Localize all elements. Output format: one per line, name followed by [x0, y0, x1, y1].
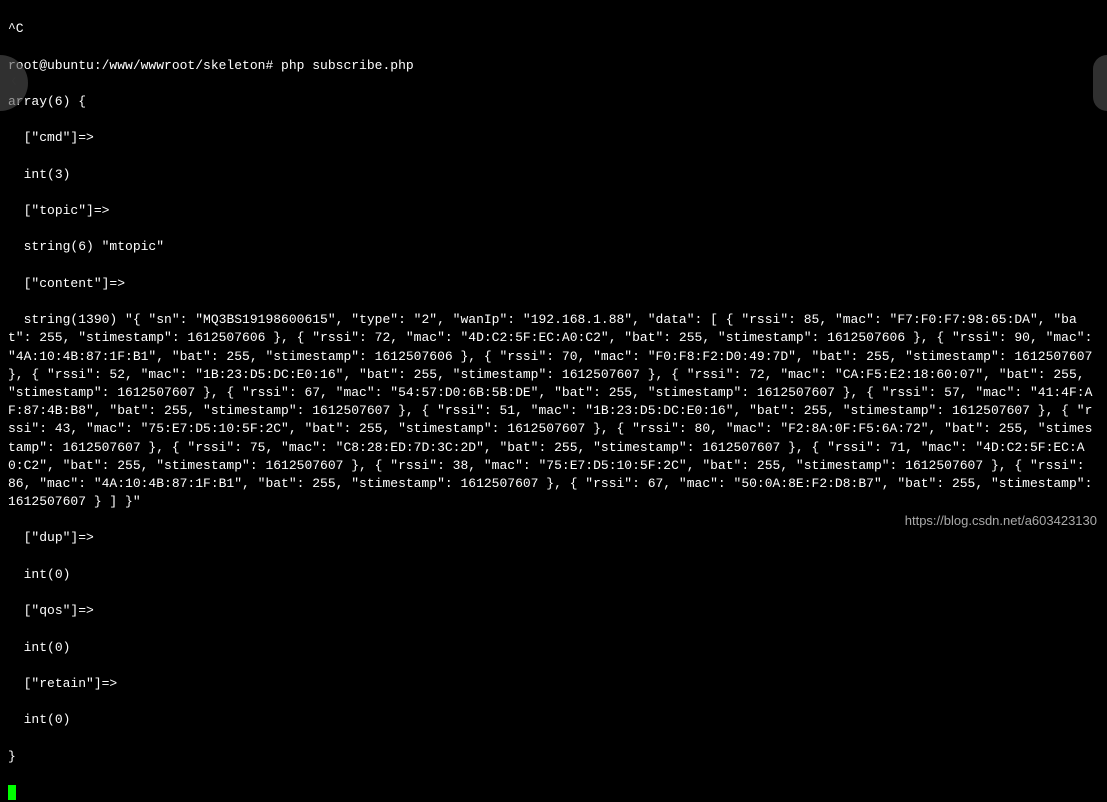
dup-key: ["dup"]=>: [8, 529, 1099, 547]
array-header: array(6) {: [8, 93, 1099, 111]
array-footer: }: [8, 748, 1099, 766]
terminal-output: ^C root@ubuntu:/www/wwwroot/skeleton# ph…: [0, 2, 1107, 802]
retain-key: ["retain"]=>: [8, 675, 1099, 693]
qos-val: int(0): [8, 639, 1099, 657]
cmd-key: ["cmd"]=>: [8, 129, 1099, 147]
content-val: string(1390) "{ "sn": "MQ3BS19198600615"…: [8, 311, 1099, 511]
retain-val: int(0): [8, 711, 1099, 729]
terminal-interrupt: ^C: [8, 20, 1099, 38]
watermark-text: https://blog.csdn.net/a603423130: [905, 512, 1097, 530]
cmd-val: int(3): [8, 166, 1099, 184]
dup-val: int(0): [8, 566, 1099, 584]
topic-key: ["topic"]=>: [8, 202, 1099, 220]
content-key: ["content"]=>: [8, 275, 1099, 293]
qos-key: ["qos"]=>: [8, 602, 1099, 620]
chevron-left-icon: ‹: [9, 70, 20, 95]
terminal-prompt-line: root@ubuntu:/www/wwwroot/skeleton# php s…: [8, 57, 1099, 75]
topic-val: string(6) "mtopic": [8, 238, 1099, 256]
gallery-next-button[interactable]: [1093, 55, 1107, 111]
terminal-cursor: [8, 785, 16, 800]
